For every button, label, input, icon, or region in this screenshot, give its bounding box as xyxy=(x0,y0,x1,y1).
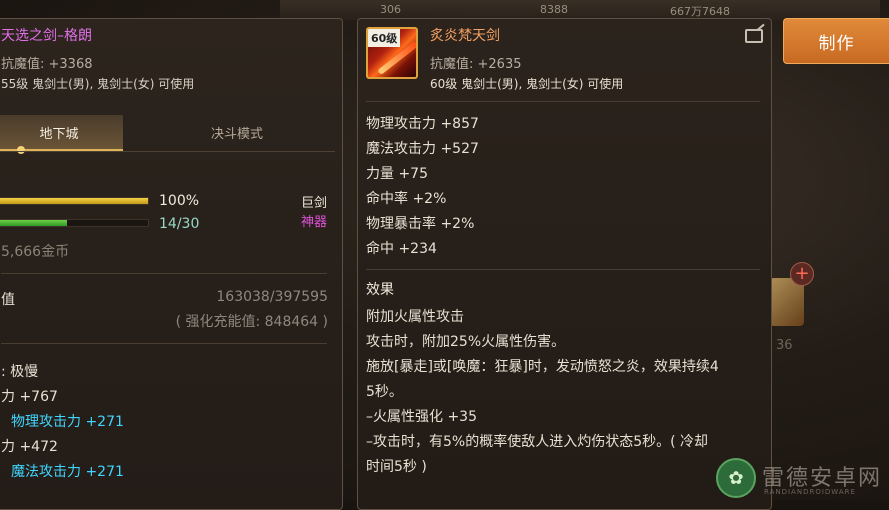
stat-line: 力量 +75 xyxy=(366,166,428,182)
watermark: ✿ 雷德安卓网 RANDIANDROIDWARE xyxy=(716,458,886,498)
share-icon[interactable] xyxy=(745,29,763,43)
attack-speed: : 极慢 xyxy=(1,364,39,380)
watermark-subtext: RANDIANDROIDWARE xyxy=(764,488,856,496)
gold-price: 5,666金币 xyxy=(1,244,70,260)
left-item-title: 天选之剑–格朗 xyxy=(1,28,92,44)
divider xyxy=(366,269,760,270)
right-item-magic-resist: 抗魔值: +2635 xyxy=(430,57,522,72)
physical-attack-bonus: 物理攻击力 +271 xyxy=(11,414,124,430)
tab-dungeon[interactable]: 地下城 xyxy=(0,115,123,154)
durability-bar xyxy=(0,197,149,205)
progress-bar xyxy=(0,219,149,227)
side-item-count: 36 xyxy=(776,338,793,353)
watermark-logo-icon: ✿ xyxy=(716,458,756,498)
divider xyxy=(366,101,760,102)
value-number: 163038/397595 xyxy=(216,289,328,305)
currency-c: 667万7648 xyxy=(670,5,730,18)
divider xyxy=(1,273,327,274)
weapon-type-tag: 巨剑 xyxy=(301,196,328,211)
currency-a: 306 xyxy=(380,3,401,16)
effect-line: 时间5秒 ) xyxy=(366,459,427,475)
stat-line: 物理暴击率 +2% xyxy=(366,216,475,232)
effect-line: 攻击时，附加25%火属性伤害。 xyxy=(366,334,566,350)
value-label: 值 xyxy=(1,292,15,308)
effect-heading: 效果 xyxy=(366,282,394,298)
effect-line: –攻击时，有5%的概率使敌人进入灼伤状态5秒。( 冷却 xyxy=(366,434,709,450)
right-item-panel: 60级 炙炎梵天剑 抗魔值: +2635 60级 鬼剑士(男), 鬼剑士(女) … xyxy=(357,18,772,510)
effect-line: 附加火属性攻击 xyxy=(366,309,464,325)
effect-line: 5秒。 xyxy=(366,384,403,400)
reinforce-charge: ( 强化充能值: 848464 ) xyxy=(175,314,328,330)
left-item-panel: 天选之剑–格朗 抗魔值: +3368 55级 鬼剑士(男), 鬼剑士(女) 可使… xyxy=(0,18,343,510)
effect-line: 施放[暴走]或[唤魔：狂暴]时，发动愤怒之炎，效果持续4 xyxy=(366,359,719,375)
rarity-tag: 神器 xyxy=(301,215,328,230)
left-item-magic-resist: 抗魔值: +3368 xyxy=(1,57,93,72)
stat-line: 物理攻击力 +857 xyxy=(366,116,479,132)
effect-line: –火属性强化 +35 xyxy=(366,409,477,425)
tab-pvp[interactable]: 决斗模式 xyxy=(137,115,337,149)
progress-fraction: 14/30 xyxy=(159,216,200,232)
divider xyxy=(1,343,327,344)
level-badge: 60级 xyxy=(368,29,401,47)
currency-b: 8388 xyxy=(540,3,568,16)
physical-attack: 力 +767 xyxy=(1,389,58,405)
right-item-title: 炙炎梵天剑 xyxy=(430,28,500,44)
flame-sword-icon[interactable]: 60级 xyxy=(366,27,418,79)
magic-attack: 力 +472 xyxy=(1,439,58,455)
make-button[interactable]: 制作 xyxy=(783,18,889,64)
stat-line: 魔法攻击力 +527 xyxy=(366,141,479,157)
stat-line: 命中 +234 xyxy=(366,241,437,257)
durability-fill xyxy=(0,198,148,204)
durability-percent: 100% xyxy=(159,193,200,209)
left-item-requirement: 55级 鬼剑士(男), 鬼剑士(女) 可使用 xyxy=(1,77,195,91)
tab-divider xyxy=(0,151,335,152)
mode-tabs: 地下城 决斗模式 xyxy=(0,115,329,154)
progress-fill xyxy=(0,220,67,226)
currency-strip: 306 8388 667万7648 xyxy=(280,0,880,20)
stat-line: 命中率 +2% xyxy=(366,191,447,207)
add-icon[interactable]: + xyxy=(790,262,814,286)
magic-attack-bonus: 魔法攻击力 +271 xyxy=(11,464,124,480)
right-item-requirement: 60级 鬼剑士(男), 鬼剑士(女) 可使用 xyxy=(430,77,624,91)
